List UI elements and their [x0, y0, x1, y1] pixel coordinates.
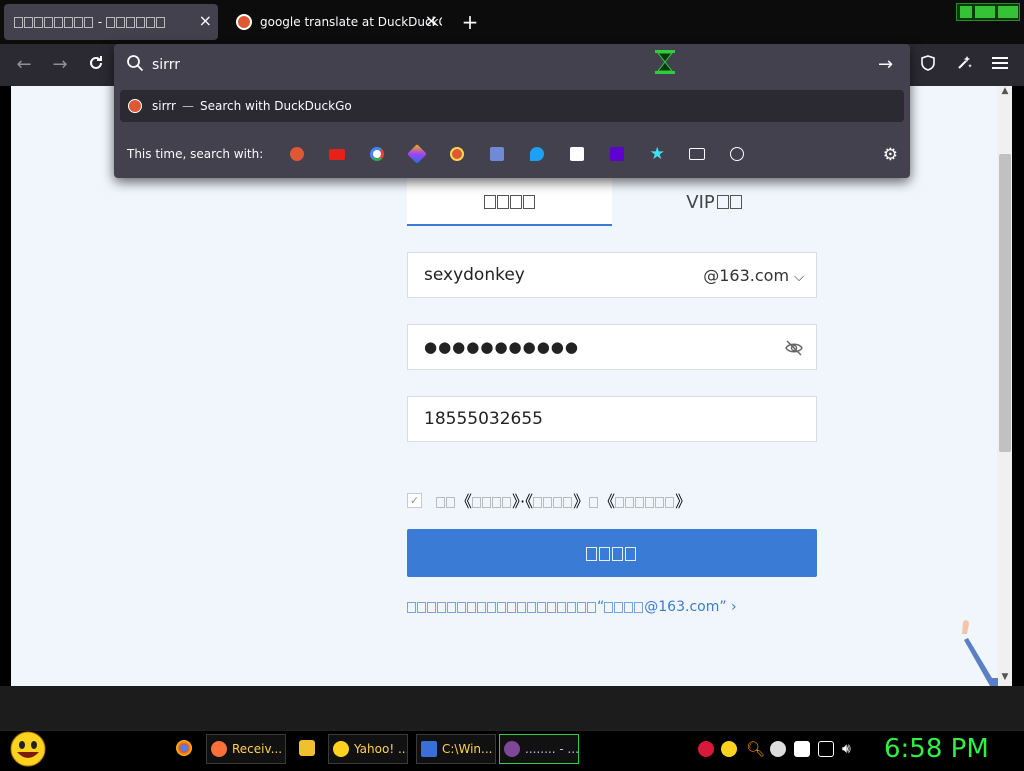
tab-login-label: [483, 191, 536, 212]
duckduckgo-icon: [236, 14, 252, 30]
tab-mail[interactable]: - ×: [4, 4, 218, 40]
tabs-icon[interactable]: [677, 134, 717, 174]
domain-value: @163.com: [703, 266, 790, 285]
taskbar-label: Receiv...: [232, 742, 283, 756]
window-border: [1012, 86, 1024, 686]
tray-search-icon[interactable]: 🔍︎: [746, 741, 765, 757]
password-field[interactable]: ●●●●●●●●●●●: [407, 324, 817, 370]
suggestion-label: Search with DuckDuckGo: [199, 99, 352, 113]
url-input[interactable]: [152, 55, 652, 75]
taskbar-button-tor[interactable]: ........ - ...: [499, 734, 579, 764]
mascot-illustration: [958, 618, 998, 686]
youtube-engine-icon[interactable]: [317, 134, 357, 174]
tray-volume-icon[interactable]: 🔊︎: [842, 741, 858, 757]
go-arrow-icon[interactable]: →: [878, 54, 893, 75]
taskbar-button-firefox[interactable]: Receiv...: [206, 734, 286, 764]
agreement-text: 《》·《》《》: [436, 488, 691, 512]
shield-icon[interactable]: [917, 54, 939, 76]
history-clock-icon[interactable]: [717, 134, 757, 174]
urlbar[interactable]: →: [114, 44, 910, 84]
scroll-down-icon[interactable]: ▼: [999, 672, 1011, 684]
login-button[interactable]: [407, 529, 817, 577]
tray-smiley-icon[interactable]: [721, 741, 737, 757]
domain-select[interactable]: @163.com ⌵: [703, 266, 804, 285]
suggestion-query: sirrr: [152, 99, 176, 113]
chevron-down-icon: ⌵: [794, 270, 804, 285]
tab-mail-login[interactable]: [407, 178, 612, 226]
yahoo-messenger-icon: [333, 741, 349, 757]
login-button-label: [586, 544, 638, 563]
firefox-icon: [211, 741, 227, 757]
suggestion-dash: —: [181, 99, 194, 113]
duckduckgo-icon: [128, 99, 142, 113]
taskbar-label: Yahoo! ...: [354, 742, 408, 756]
window-border: [0, 86, 11, 686]
oneoff-search-engines: This time, search with: ★ ⚙: [114, 134, 910, 174]
forward-arrow-icon[interactable]: →: [49, 54, 71, 76]
search-settings-gear-icon[interactable]: ⚙: [883, 145, 898, 165]
hide-password-icon[interactable]: [784, 338, 804, 358]
username-value: sexydonkey: [424, 265, 525, 285]
bookmarks-star-icon[interactable]: ★: [637, 134, 677, 174]
tray-bug-icon[interactable]: [698, 741, 714, 757]
window-controls[interactable]: [956, 3, 1020, 21]
search-icon: [126, 54, 144, 76]
close-tab-icon[interactable]: ×: [425, 13, 438, 29]
command-prompt-icon: [421, 741, 437, 757]
tab-duckduckgo[interactable]: google translate at DuckDuckGo ×: [226, 4, 442, 40]
tab-vip-label: VIP: [686, 191, 715, 213]
phone-field[interactable]: 18555032655: [407, 396, 817, 442]
taskbar-label: C:\Win...: [442, 742, 493, 756]
tor-browser-icon: [504, 741, 520, 757]
chrome-quicklaunch-icon[interactable]: [176, 740, 192, 756]
twitter-engine-icon[interactable]: [517, 134, 557, 174]
wikimedia-engine-icon[interactable]: [477, 134, 517, 174]
taskbar-label: ........ - ...: [525, 742, 579, 756]
password-value: ●●●●●●●●●●●: [424, 338, 579, 356]
taskbar-clock[interactable]: 6:58 PM: [884, 733, 1020, 765]
tray-chat-icon[interactable]: [770, 741, 786, 757]
search-suggestion-row[interactable]: sirrr — Search with DuckDuckGo: [120, 90, 904, 122]
google-engine-icon[interactable]: [357, 134, 397, 174]
folder-icon[interactable]: [299, 740, 315, 756]
phone-value: 18555032655: [424, 409, 543, 429]
hint-domain: @163.com”: [644, 599, 727, 615]
taskbar-button-yahoo[interactable]: Yahoo! ...: [328, 734, 408, 764]
new-tab-button[interactable]: +: [460, 12, 480, 32]
wikipedia-engine-icon[interactable]: [557, 134, 597, 174]
back-arrow-icon[interactable]: ←: [13, 54, 35, 76]
register-hint-link[interactable]: “@163.com” ›: [407, 597, 827, 617]
window-bottom-border: [0, 686, 1024, 730]
urlbar-popup: → sirrr — Search with DuckDuckGo This ti…: [114, 44, 910, 178]
reload-icon[interactable]: [85, 54, 107, 76]
extensions-icon[interactable]: [953, 54, 975, 76]
username-field[interactable]: sexydonkey @163.com ⌵: [407, 252, 817, 298]
tab-vip-login[interactable]: VIP: [612, 178, 817, 226]
duckduckgo-alt-engine-icon[interactable]: [437, 134, 477, 174]
duckduckgo-engine-icon[interactable]: [277, 134, 317, 174]
tab-title-cjk: -: [14, 15, 166, 29]
hourglass-cursor-icon: [654, 50, 676, 74]
agree-checkbox[interactable]: ✓: [407, 492, 422, 508]
yahoo-engine-icon[interactable]: [597, 134, 637, 174]
taskbar-button-cmd[interactable]: C:\Win...: [416, 734, 496, 764]
agreement-row: ✓ 《》·《》《》: [407, 488, 827, 512]
chevron-right-icon: ›: [731, 599, 737, 615]
perplexity-engine-icon[interactable]: [397, 134, 437, 174]
menu-icon[interactable]: [989, 54, 1011, 76]
start-smiley-icon[interactable]: [8, 731, 48, 767]
scrollbar-thumb[interactable]: [999, 154, 1011, 452]
oneoff-label: This time, search with:: [127, 147, 264, 161]
tab-title: google translate at DuckDuckGo: [260, 15, 442, 29]
tray-network-icon[interactable]: [818, 741, 834, 757]
close-tab-icon[interactable]: ×: [199, 13, 212, 29]
scroll-up-icon[interactable]: ▲: [999, 86, 1011, 98]
tray-flag-icon[interactable]: [794, 741, 810, 757]
